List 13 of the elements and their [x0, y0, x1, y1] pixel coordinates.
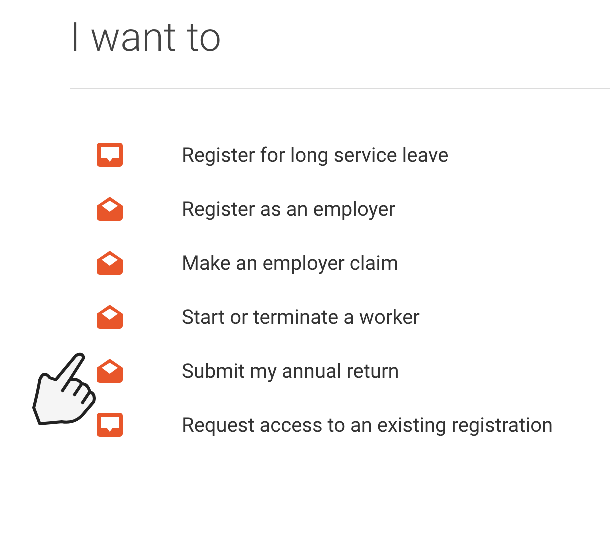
- envelope-icon: [97, 196, 123, 220]
- action-link[interactable]: Request access to an existing registration: [182, 410, 554, 440]
- action-link[interactable]: Start or terminate a worker: [182, 302, 420, 332]
- envelope-icon: [97, 250, 123, 274]
- action-link[interactable]: Submit my annual return: [182, 356, 400, 386]
- inbox-icon: [97, 412, 123, 436]
- page-title: I want to: [70, 14, 223, 62]
- action-link[interactable]: Make an employer claim: [182, 248, 399, 278]
- action-link[interactable]: Register for long service leave: [182, 140, 449, 170]
- envelope-icon: [97, 304, 123, 328]
- action-link[interactable]: Register as an employer: [182, 194, 396, 224]
- inbox-icon: [97, 142, 123, 166]
- envelope-icon: [97, 358, 123, 382]
